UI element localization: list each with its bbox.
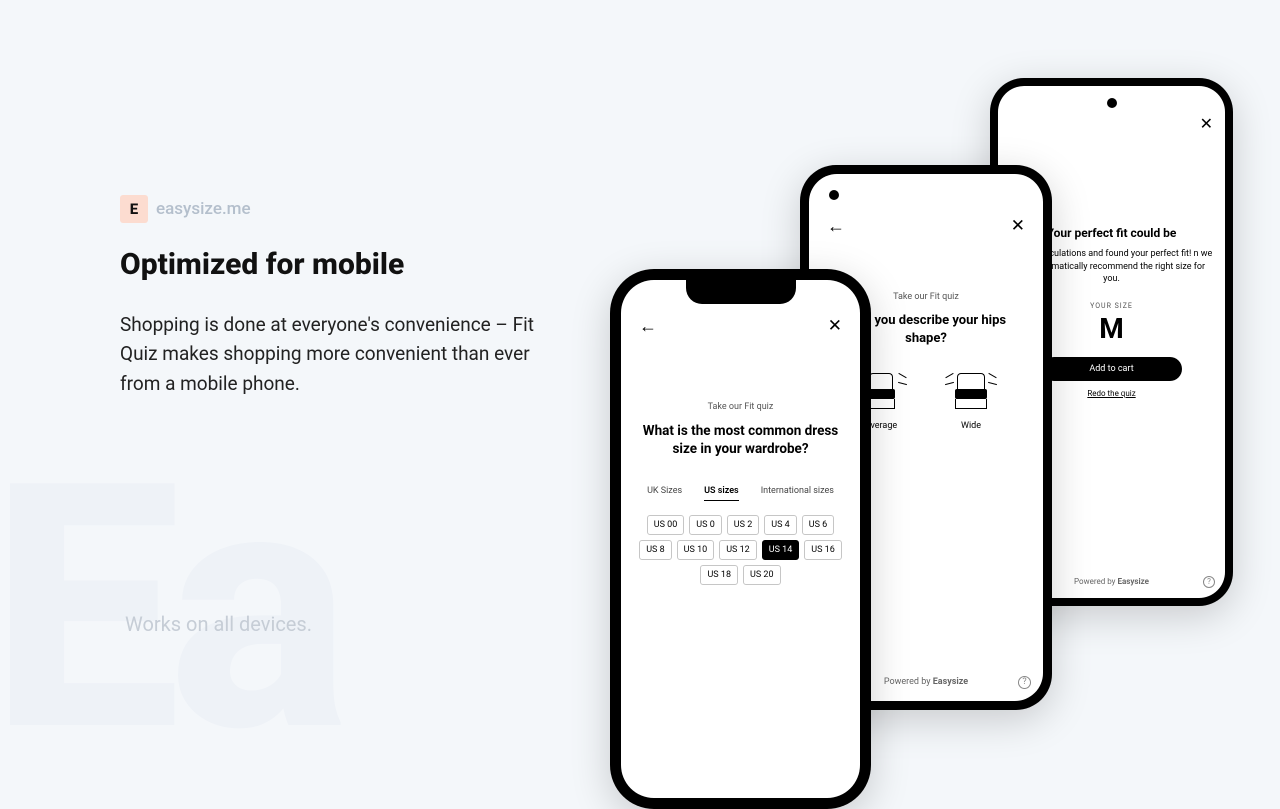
background-watermark: Ea <box>0 440 338 780</box>
iphone-notch <box>686 280 796 304</box>
page-body: Shopping is done at everyone's convenien… <box>120 310 550 398</box>
back-icon[interactable]: ← <box>827 216 845 237</box>
size-chip[interactable]: US 20 <box>743 565 781 585</box>
camera-dot <box>1107 98 1117 108</box>
add-to-cart-button[interactable]: Add to cart <box>1042 357 1182 381</box>
close-icon[interactable]: ✕ <box>1011 216 1025 236</box>
brand-row: E easysize.me <box>120 195 550 223</box>
option-wide[interactable]: Wide <box>941 369 1001 431</box>
back-icon[interactable]: ← <box>639 316 657 337</box>
size-chip[interactable]: US 18 <box>700 565 738 585</box>
tab-uk[interactable]: UK Sizes <box>647 486 682 501</box>
size-chip-grid: US 00US 0 US 2US 4 US 6 US 8 US 10US 12US 14… <box>637 515 844 585</box>
brand-badge: E <box>120 195 148 223</box>
help-icon[interactable]: ? <box>1018 676 1031 689</box>
size-chip[interactable]: US 16 <box>804 540 842 560</box>
tab-intl[interactable]: International sizes <box>761 486 834 501</box>
option-label: Wide <box>941 421 1001 431</box>
close-icon[interactable]: ✕ <box>828 316 842 336</box>
size-chip[interactable]: US 00 <box>647 515 685 535</box>
camera-dot <box>829 190 839 200</box>
size-system-tabs: UK Sizes US sizes International sizes <box>637 486 844 501</box>
quiz-kicker: Take our Fit quiz <box>637 402 844 412</box>
size-chip[interactable]: US 10 <box>677 540 715 560</box>
size-chip[interactable]: US 4 <box>764 515 796 535</box>
page-headline: Optimized for mobile <box>120 247 550 282</box>
brand-name: easysize.me <box>156 199 251 219</box>
help-icon[interactable]: ? <box>1203 576 1215 588</box>
size-chip[interactable]: US 14 <box>762 540 800 560</box>
hips-wide-icon <box>949 369 993 413</box>
size-chip[interactable]: US 12 <box>719 540 757 560</box>
size-chip[interactable]: US 8 <box>639 540 671 560</box>
marketing-copy-block: E easysize.me Optimized for mobile Shopp… <box>120 195 550 398</box>
phone-size-question: ← ✕ Take our Fit quiz What is the most c… <box>610 269 871 809</box>
footnote: Works on all devices. <box>125 612 312 636</box>
size-chip[interactable]: US 2 <box>727 515 759 535</box>
close-icon[interactable]: ✕ <box>1200 114 1213 133</box>
tab-us[interactable]: US sizes <box>704 486 739 501</box>
size-chip[interactable]: US 6 <box>802 515 834 535</box>
size-chip[interactable]: US 0 <box>689 515 721 535</box>
quiz-question: What is the most common dress size in yo… <box>637 422 844 458</box>
